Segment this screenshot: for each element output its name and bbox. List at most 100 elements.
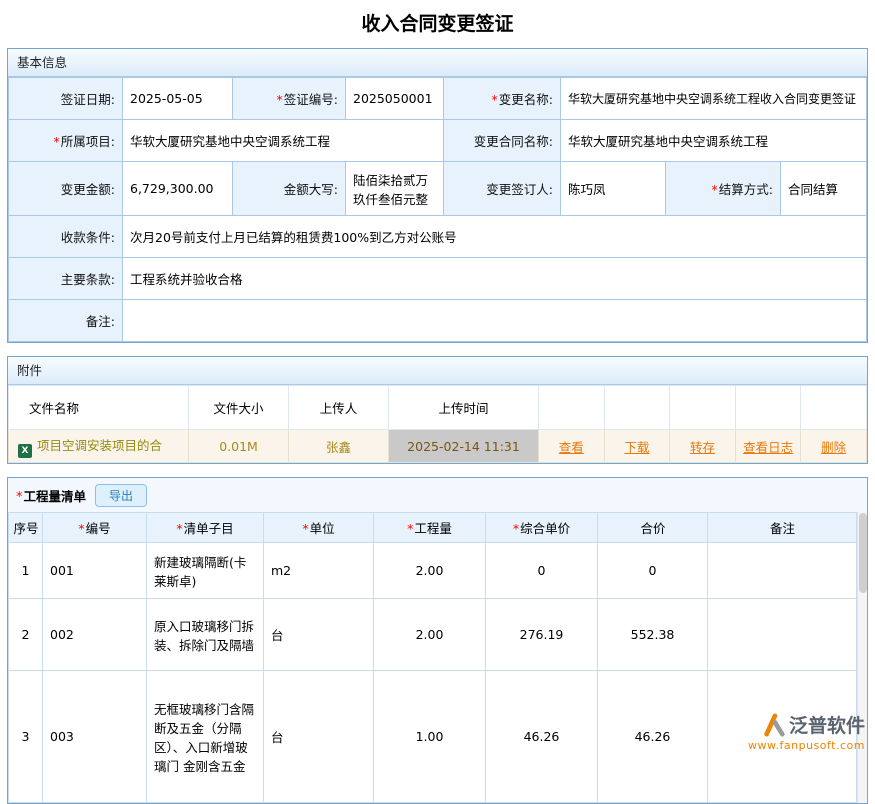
required-marker: * [277,92,283,107]
boq-body: 序号 *编号 *清单子目 *单位 *工程量 *综合单价 合价 备注 1 001 … [8,512,867,803]
boq-total: 0 [598,543,708,599]
sign-date-label: 签证日期: [9,78,123,120]
required-marker: * [54,134,60,149]
form-row: 备注: [9,300,867,342]
column-header-text: 备注 [770,521,795,536]
boq-code-header: *编号 [43,513,147,543]
boq-unit-price: 276.19 [486,599,598,671]
brand-name: 泛普软件 [789,711,865,738]
basic-info-table: 签证日期: 2025-05-05 *签证编号: 2025050001 *变更名称… [8,77,867,342]
fanpu-logo: 泛普软件 www.fanpusoft.com [748,711,865,752]
basic-info-panel: 基本信息 签证日期: 2025-05-05 *签证编号: 2025050001 … [7,48,868,343]
boq-quantity: 1.00 [374,671,486,803]
boq-section-title: 工程量清单 [24,489,87,504]
boq-toolbar: *工程量清单 导出 [8,478,867,512]
attachment-file-name[interactable]: 项目空调安装项目的合 [37,438,162,453]
payment-terms-value: 次月20号前支付上月已结算的租赁费100%到乙方对公账号 [123,216,867,258]
field-label-text: 变更签订人: [486,182,553,197]
boq-unit-price: 0 [486,543,598,599]
page-title: 收入合同变更签证 [7,0,868,48]
settlement-method-value: 合同结算 [781,162,867,216]
change-contract-name-label: 变更合同名称: [444,120,561,162]
required-marker: * [176,521,182,536]
boq-item: 原入口玻璃移门拆装、拆除门及隔墙 [147,599,264,671]
form-row: 变更金额: 6,729,300.00 金额大写: 陆佰柒拾贰万玖仟叁佰元整 变更… [9,162,867,216]
action-cell: 查看日志 [735,430,801,463]
basic-info-section-header: 基本信息 [8,49,867,77]
boq-item: 新建玻璃隔断(卡莱斯卓) [147,543,264,599]
change-amount-value: 6,729,300.00 [123,162,233,216]
payment-terms-label: 收款条件: [9,216,123,258]
change-signer-value: 陈巧凤 [561,162,666,216]
boq-no-header: 序号 [9,513,43,543]
required-marker: * [302,521,308,536]
required-marker: * [492,92,498,107]
boq-table: 序号 *编号 *清单子目 *单位 *工程量 *综合单价 合价 备注 1 001 … [8,512,857,803]
view-link[interactable]: 查看 [559,440,584,455]
required-marker: * [407,521,413,536]
action-header [604,386,670,430]
sign-date-value: 2025-05-05 [123,78,233,120]
attachments-header-row: 文件名称 文件大小 上传人 上传时间 [9,386,867,430]
boq-header-row: 序号 *编号 *清单子目 *单位 *工程量 *综合单价 合价 备注 [9,513,857,543]
download-link[interactable]: 下载 [624,440,649,455]
column-header-text: 合价 [640,521,665,536]
boq-quantity: 2.00 [374,599,486,671]
field-label-text: 结算方式: [719,182,773,197]
change-amount-label: 变更金额: [9,162,123,216]
boq-code: 003 [43,671,147,803]
required-marker: * [78,521,84,536]
attachment-file-size: 0.01M [189,430,289,463]
boq-no: 3 [9,671,43,803]
remarks-label: 备注: [9,300,123,342]
field-label-text: 主要条款: [61,272,115,287]
boq-total-header: 合价 [598,513,708,543]
boq-remark [708,543,857,599]
column-header-text: 序号 [13,521,38,536]
column-header-text: 综合单价 [520,521,570,536]
action-cell: 下载 [604,430,670,463]
change-name-label: *变更名称: [444,78,561,120]
change-name-value: 华软大厦研究基地中央空调系统工程收入合同变更签证 [561,78,867,120]
action-header [670,386,736,430]
upload-time-header: 上传时间 [389,386,539,430]
boq-quantity: 2.00 [374,543,486,599]
main-clauses-value: 工程系统并验收合格 [123,258,867,300]
column-header-text: 单位 [310,521,335,536]
action-cell: 查看 [539,430,605,463]
export-button[interactable]: 导出 [95,484,147,507]
attachments-table: 文件名称 文件大小 上传人 上传时间 X项目空调安装项目的合 0.01M 张鑫 … [8,385,867,463]
boq-quantity-header: *工程量 [374,513,486,543]
scrollbar-thumb[interactable] [859,513,867,593]
boq-remark [708,599,857,671]
project-label: *所属项目: [9,120,123,162]
project-value: 华软大厦研究基地中央空调系统工程 [123,120,444,162]
file-size-header: 文件大小 [189,386,289,430]
field-label-text: 签证日期: [61,92,115,107]
boq-unit: 台 [264,599,374,671]
boq-item: 无框玻璃移门含隔断及五金（分隔区）、入口新增玻璃门 金刚含五金 [147,671,264,803]
field-label-text: 所属项目: [61,134,115,149]
field-label-text: 备注: [86,314,115,329]
transfer-link[interactable]: 转存 [690,440,715,455]
excel-file-icon: X [18,444,32,458]
boq-item-header: *清单子目 [147,513,264,543]
boq-no: 2 [9,599,43,671]
field-label-text: 收款条件: [61,230,115,245]
boq-unit-price-header: *综合单价 [486,513,598,543]
table-row: 1 001 新建玻璃隔断(卡莱斯卓) m2 2.00 0 0 [9,543,857,599]
boq-no: 1 [9,543,43,599]
amount-in-words-label: 金额大写: [233,162,346,216]
boq-remark-header: 备注 [708,513,857,543]
boq-scrollbar[interactable] [857,512,867,803]
delete-link[interactable]: 删除 [821,440,846,455]
view-log-link[interactable]: 查看日志 [743,440,793,455]
uploader-header: 上传人 [289,386,389,430]
brand-website: www.fanpusoft.com [748,739,865,752]
column-header-text: 编号 [86,521,111,536]
action-header [539,386,605,430]
boq-panel: *工程量清单 导出 序号 *编号 *清单子目 *单位 *工程量 *综合单价 [7,477,868,804]
sign-number-label: *签证编号: [233,78,346,120]
sign-number-value: 2025050001 [346,78,444,120]
attachments-section-header: 附件 [8,357,867,385]
